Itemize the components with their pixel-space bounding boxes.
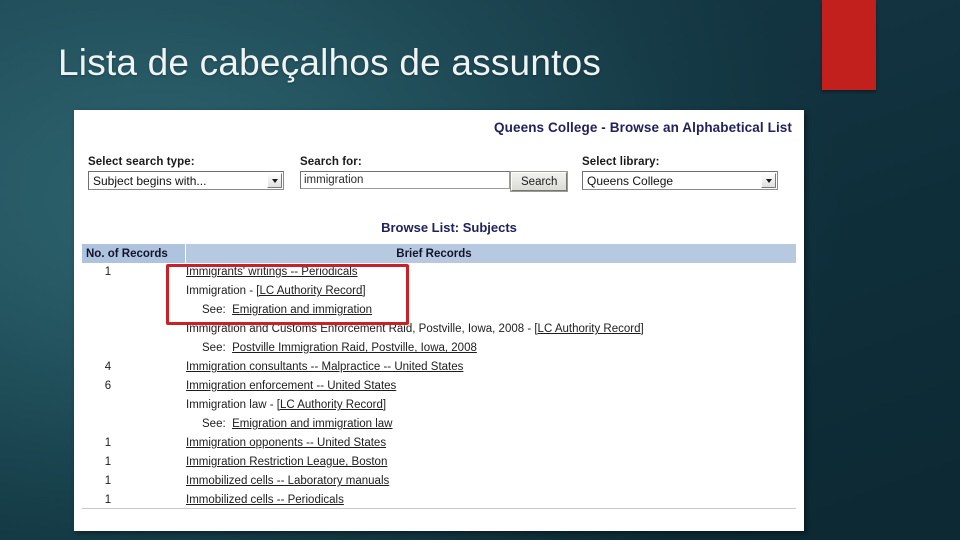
subject-link[interactable]: Immigration Restriction League, Boston [186,456,387,468]
table-row: 6 Immigration enforcement -- United State… [82,377,796,396]
record-title[interactable]: Immigration opponents -- United States [134,434,796,453]
table-row: 1 Immobilized cells -- Laboratory manuals [82,472,796,491]
record-count: 1 [104,266,112,278]
record-text: Immigration and Customs Enforcement Raid… [186,323,535,335]
record-count: 1 [104,437,112,449]
authority-record-link[interactable]: [LC Authority Record] [256,285,365,297]
search-input[interactable]: immigration [300,171,510,189]
see-reference-link[interactable]: Emigration and immigration [232,304,372,316]
record-count [82,282,134,301]
table-row-see-reference: See: Emigration and immigration [82,301,796,320]
record-title[interactable]: Immigration Restriction League, Boston [134,453,796,472]
table-body: 1 Immigrants' writings -- Periodicals Immi… [82,263,796,510]
search-type-select[interactable]: Subject begins with... [88,171,284,190]
page-title: Lista de cabeçalhos de assuntos [58,42,602,83]
see-reference: See: Emigration and immigration law [134,415,796,434]
records-table: No. of Records Brief Records 1 Immigrants… [82,244,796,510]
column-header-count: No. of Records [82,244,186,263]
library-select[interactable]: Queens College [582,171,778,190]
table-row: Immigration - [LC Authority Record] [82,282,796,301]
record-text: Immigration law - [186,399,277,411]
table-row: 1 Immigration Restriction League, Boston [82,453,796,472]
record-count [82,320,134,339]
search-button-wrap: Search [509,171,569,192]
record-title[interactable]: Immigration law - [LC Authority Record] [134,396,796,415]
authority-record-link[interactable]: [LC Authority Record] [534,323,643,335]
see-reference-link[interactable]: Emigration and immigration law [232,418,392,430]
record-count [82,396,134,415]
search-type-label: Select search type: [88,156,195,168]
table-row-see-reference: See: Emigration and immigration law [82,415,796,434]
see-reference-link[interactable]: Postville Immigration Raid, Postville, I… [232,342,477,354]
table-header-row: No. of Records Brief Records [82,244,796,263]
record-title[interactable]: Immigration enforcement -- United States [134,377,796,396]
record-title[interactable]: Immigration - [LC Authority Record] [134,282,796,301]
subject-link[interactable]: Immigration enforcement -- United States [186,380,396,392]
library-field: Select library: Queens College [582,156,778,190]
table-row: 1 Immigration opponents -- United States [82,434,796,453]
app-title: Queens College - Browse an Alphabetical … [494,120,792,135]
record-count: 1 [104,456,112,468]
subject-link[interactable]: Immobilized cells -- Periodicals [186,494,344,506]
see-label: See: [202,342,233,354]
chevron-down-icon[interactable] [761,173,776,188]
column-header-brief: Brief Records [396,247,472,260]
table-row: 4 Immigration consultants -- Malpractice … [82,358,796,377]
search-form: Select search type: Subject begins with.… [74,156,804,202]
chevron-down-icon[interactable] [267,173,282,188]
library-label: Select library: [582,156,660,168]
record-count [82,339,134,358]
subject-link[interactable]: Immigrants' writings -- Periodicals [186,266,358,278]
library-value: Queens College [587,173,674,188]
record-text: Immigration - [186,285,257,297]
table-row: Immigration and Customs Enforcement Raid… [82,320,796,339]
record-count: 4 [104,361,112,373]
subject-link[interactable]: Immigration opponents -- United States [186,437,386,449]
search-type-value: Subject begins with... [93,173,207,188]
subject-link[interactable]: Immobilized cells -- Laboratory manuals [186,475,389,487]
browse-list-heading: Browse List: Subjects [381,220,517,235]
search-for-label: Search for: [300,156,362,168]
search-button[interactable]: Search [509,171,569,192]
screenshot-panel: Queens College - Browse an Alphabetical … [74,110,804,531]
table-row-see-reference: See: Postville Immigration Raid, Postvil… [82,339,796,358]
record-count [82,301,134,320]
see-label: See: [202,304,233,316]
red-accent-block [822,0,876,90]
see-reference: See: Emigration and immigration [134,301,796,320]
record-title[interactable]: Immigration consultants -- Malpractice -… [134,358,796,377]
record-count: 6 [104,380,112,392]
record-title[interactable]: Immobilized cells -- Laboratory manuals [134,472,796,491]
subject-link[interactable]: Immigration consultants -- Malpractice -… [186,361,463,373]
record-count: 1 [104,475,112,487]
see-reference: See: Postville Immigration Raid, Postvil… [134,339,796,358]
record-title[interactable]: Immigration and Customs Enforcement Raid… [134,320,796,339]
footer-divider [82,508,796,509]
record-count [82,415,134,434]
search-for-field: Search for: immigration [300,156,510,189]
see-label: See: [202,418,233,430]
record-title[interactable]: Immigrants' writings -- Periodicals [134,263,796,282]
table-row: Immigration law - [LC Authority Record] [82,396,796,415]
authority-record-link[interactable]: [LC Authority Record] [277,399,386,411]
table-row: 1 Immigrants' writings -- Periodicals [82,263,796,282]
search-type-field: Select search type: Subject begins with.… [88,156,284,190]
